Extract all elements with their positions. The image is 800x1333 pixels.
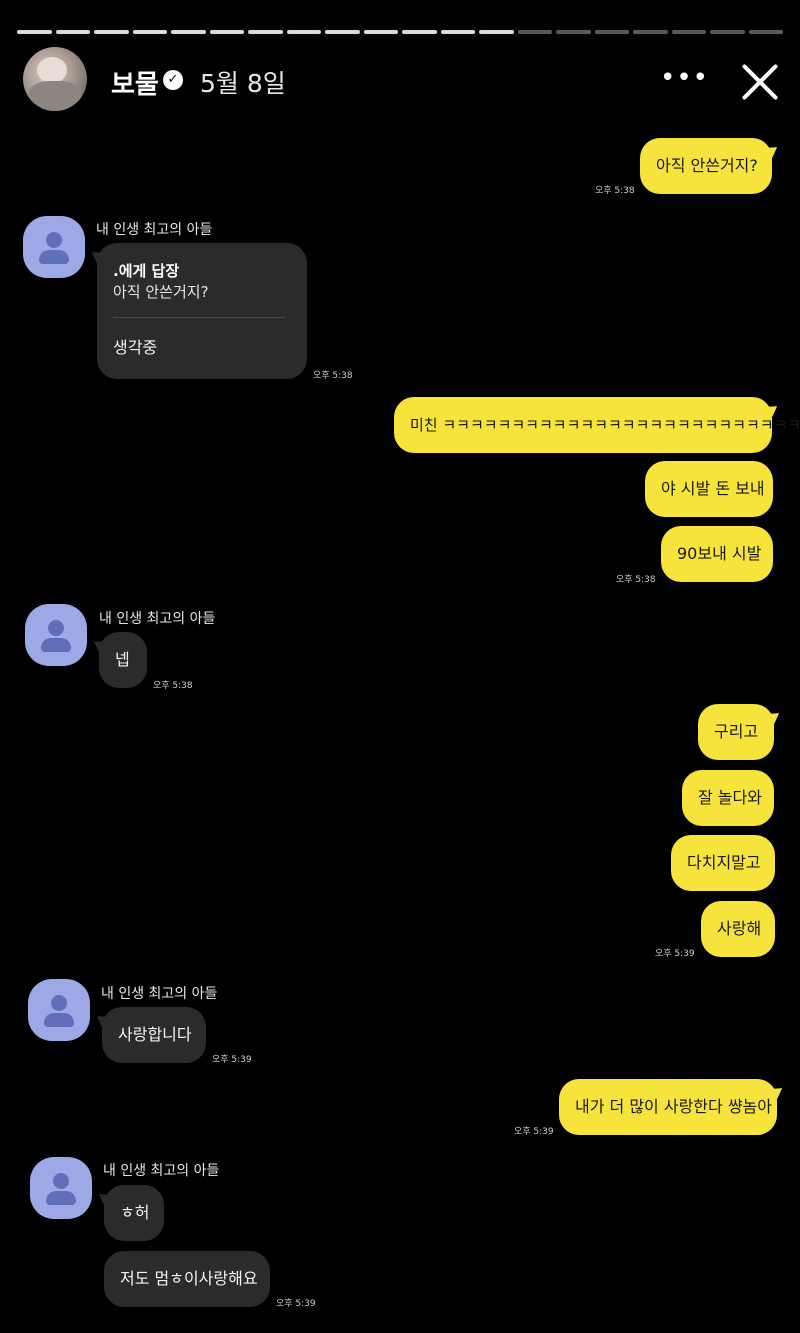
verified-check-icon: ✓	[163, 70, 183, 90]
partner-name: 내 인생 최고의 아들	[96, 222, 213, 238]
progress-segment	[94, 30, 129, 34]
message-text: 미친 ㅋㅋㅋㅋㅋㅋㅋㅋㅋㅋㅋㅋㅋㅋㅋㅋㅋㅋㅋㅋㅋㅋㅋㅋㅋㅋㅋ	[410, 416, 800, 434]
my-message: 사랑해	[701, 901, 775, 957]
reply-quoted-text: 아직 안쓴거지?	[113, 283, 209, 301]
progress-segment	[55, 30, 90, 34]
message-text: 90보내 시발	[677, 544, 762, 563]
progress-segment	[556, 30, 591, 34]
progress-segment	[171, 30, 206, 34]
more-horizontal-icon[interactable]: •••	[660, 65, 708, 96]
message-text: 내가 더 많이 사랑한다 썅놈아	[575, 1097, 772, 1116]
partner-avatar	[28, 979, 90, 1041]
progress-segment	[402, 30, 437, 34]
my-message: 내가 더 많이 사랑한다 썅놈아	[559, 1079, 777, 1135]
timestamp: 오후 5:39	[212, 1055, 252, 1065]
progress-segment	[671, 30, 706, 34]
timestamp: 오후 5:38	[595, 186, 635, 196]
partner-message: 넵	[99, 632, 147, 688]
progress-segment	[17, 30, 52, 34]
progress-segment	[710, 30, 745, 34]
my-message: 90보내 시발	[661, 526, 773, 582]
message-text: 구리고	[714, 722, 759, 741]
message-text: 저도 멈ㅎ이사랑해요	[120, 1269, 258, 1288]
timestamp: 오후 5:39	[276, 1299, 316, 1309]
progress-segment	[325, 30, 360, 34]
partner-message: 사랑합니다	[102, 1007, 206, 1063]
partner-message: ㅎ허	[104, 1185, 164, 1241]
progress-segment	[248, 30, 283, 34]
timestamp: 오후 5:38	[616, 575, 656, 585]
message-text: 잘 놀다와	[698, 788, 762, 807]
partner-avatar	[23, 216, 85, 278]
reply-title: .에게 답장	[113, 262, 180, 280]
timestamp: 오후 5:38	[153, 681, 193, 691]
partner-name: 내 인생 최고의 아들	[101, 986, 218, 1002]
post-date: 5월 8일	[200, 69, 286, 98]
reply-message-card: .에게 답장 아직 안쓴거지? 생각중	[97, 243, 307, 379]
progress-segment	[132, 30, 167, 34]
progress-segment	[748, 30, 783, 34]
message-text: 사랑합니다	[118, 1025, 192, 1044]
message-text: 다치지말고	[687, 853, 761, 872]
my-message: 다치지말고	[671, 835, 775, 891]
reply-divider	[113, 317, 285, 318]
partner-avatar	[25, 604, 87, 666]
partner-name: 내 인생 최고의 아들	[103, 1163, 220, 1179]
timestamp: 오후 5:38	[313, 371, 353, 381]
progress-segment	[633, 30, 668, 34]
my-message: 구리고	[698, 704, 774, 760]
timestamp: 오후 5:39	[514, 1127, 554, 1137]
progress-segment	[479, 30, 514, 34]
close-icon[interactable]	[736, 58, 784, 106]
reply-message-text: 생각중	[113, 338, 158, 357]
progress-segment	[517, 30, 552, 34]
timestamp: 오후 5:39	[655, 949, 695, 959]
my-message: 아직 안쓴거지?	[640, 138, 772, 194]
my-message: 야 시발 돈 보내	[645, 461, 773, 517]
story-progress-bar	[17, 30, 783, 34]
progress-segment	[440, 30, 475, 34]
progress-segment	[594, 30, 629, 34]
my-message: 미친 ㅋㅋㅋㅋㅋㅋㅋㅋㅋㅋㅋㅋㅋㅋㅋㅋㅋㅋㅋㅋㅋㅋㅋㅋㅋㅋㅋ	[394, 397, 800, 453]
message-text: ㅎ허	[120, 1203, 150, 1222]
partner-avatar	[30, 1157, 92, 1219]
message-text: 야 시발 돈 보내	[661, 479, 765, 498]
progress-segment	[209, 30, 244, 34]
message-text: 넵	[115, 650, 130, 669]
progress-segment	[363, 30, 398, 34]
partner-name: 내 인생 최고의 아들	[99, 611, 216, 627]
profile-avatar[interactable]	[23, 47, 87, 111]
message-text: 사랑해	[717, 919, 762, 938]
username[interactable]: 보물	[111, 64, 159, 101]
my-message: 잘 놀다와	[682, 770, 774, 826]
partner-message: 저도 멈ㅎ이사랑해요	[104, 1251, 270, 1307]
progress-segment	[286, 30, 321, 34]
message-text: 아직 안쓴거지?	[656, 156, 758, 175]
